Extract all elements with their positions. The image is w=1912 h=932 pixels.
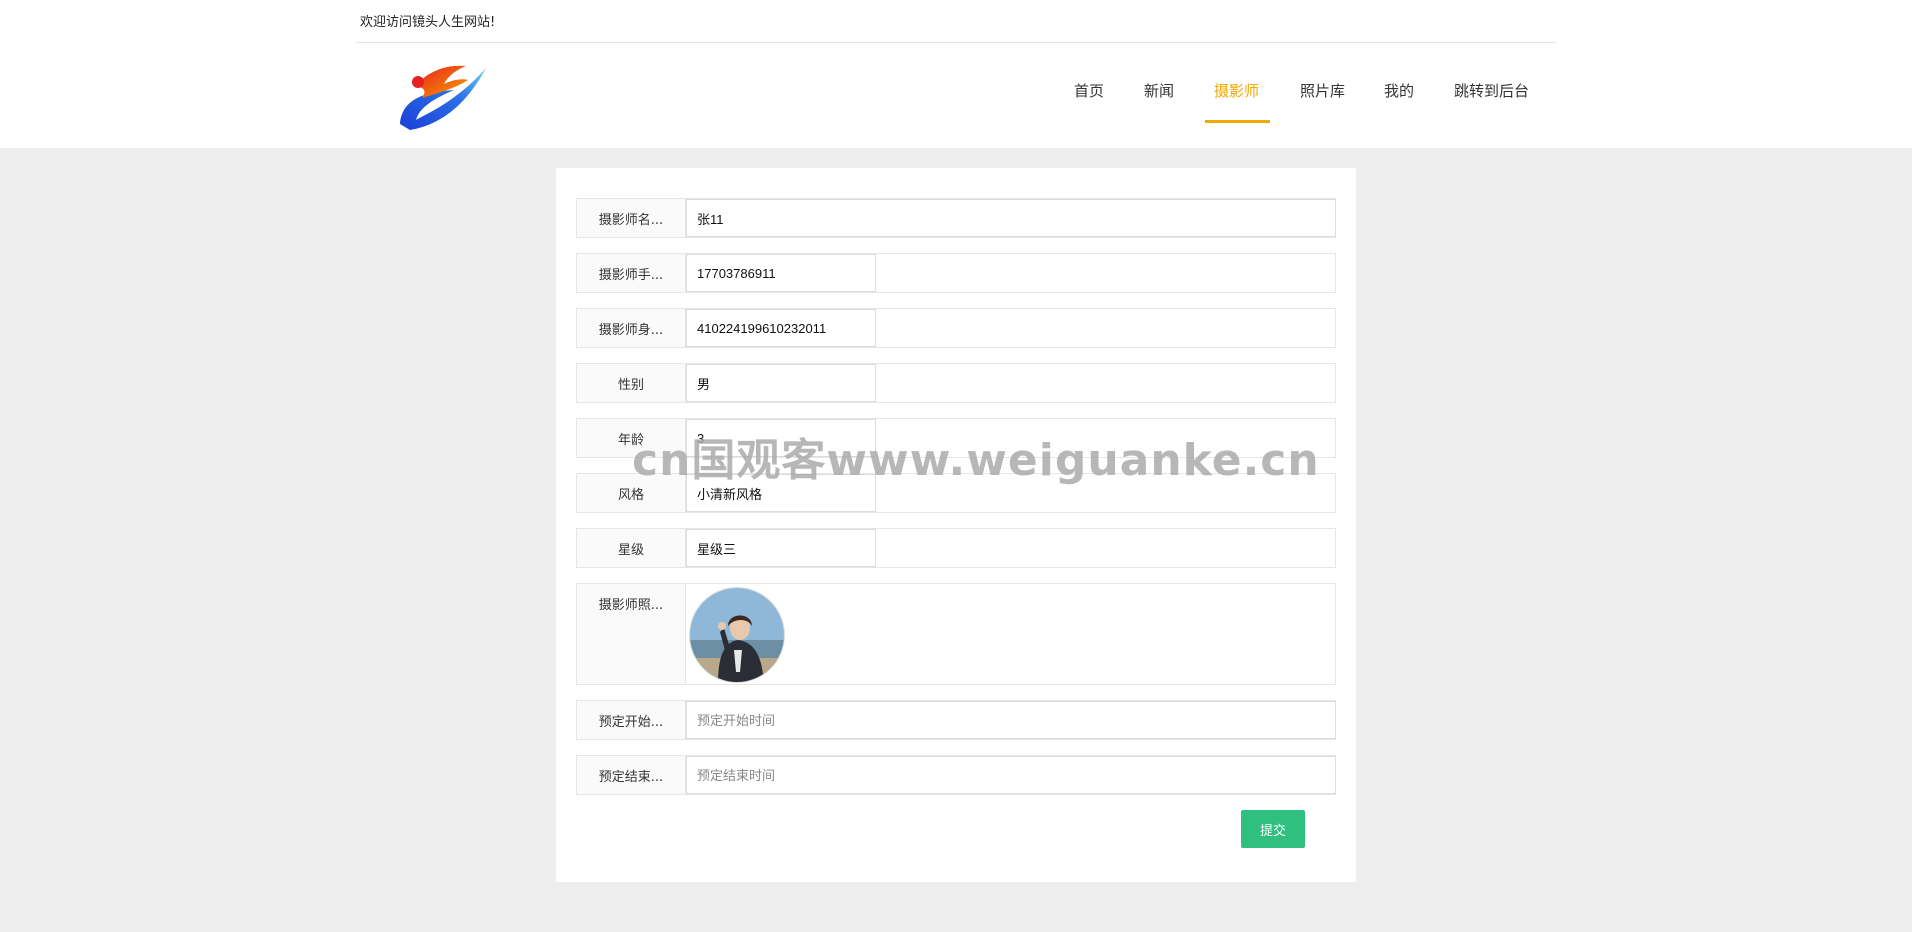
start-time-field[interactable] <box>686 701 1336 739</box>
nav-item-news[interactable]: 新闻 <box>1144 80 1174 101</box>
welcome-text: 欢迎访问镜头人生网站! <box>360 15 496 30</box>
form-row-photo: 摄影师照... <box>576 583 1336 685</box>
gender-field[interactable] <box>686 364 876 402</box>
main-nav: 首页 新闻 摄影师 照片库 我的 跳转到后台 <box>0 80 1912 120</box>
form-row-idcard: 摄影师身... <box>576 308 1336 348</box>
form-row-name: 摄影师名... <box>576 198 1336 238</box>
field-label: 预定开始... <box>577 701 686 739</box>
name-field[interactable] <box>686 199 1336 237</box>
form-row-star: 星级 <box>576 528 1336 568</box>
idcard-field[interactable] <box>686 309 876 347</box>
field-label: 摄影师名... <box>577 199 686 237</box>
field-label: 摄影师手... <box>577 254 686 292</box>
nav-item-mine[interactable]: 我的 <box>1384 80 1414 101</box>
nav-item-home[interactable]: 首页 <box>1074 80 1104 101</box>
field-label: 摄影师身... <box>577 309 686 347</box>
watermark-text: cn国观客www.weiguanke.cn <box>632 435 1320 486</box>
end-time-field[interactable] <box>686 756 1336 794</box>
photographer-avatar <box>689 587 785 683</box>
booking-form-panel: 摄影师名... 摄影师手... 摄影师身... 性别 年龄 风格 星级 摄影师照… <box>556 168 1356 882</box>
star-level-field[interactable] <box>686 529 876 567</box>
field-label: 性别 <box>577 364 686 402</box>
form-row-phone: 摄影师手... <box>576 253 1336 293</box>
form-row-gender: 性别 <box>576 363 1336 403</box>
form-row-end-time: 预定结束... <box>576 755 1336 795</box>
header-divider <box>356 42 1556 43</box>
field-label: 预定结束... <box>577 756 686 794</box>
nav-item-admin[interactable]: 跳转到后台 <box>1454 80 1529 101</box>
site-header: 欢迎访问镜头人生网站! 首页 新闻 摄影师 照片库 我的 跳转到后台 <box>0 0 1912 148</box>
submit-button[interactable]: 提交 <box>1241 810 1305 848</box>
field-label: 摄影师照... <box>577 584 686 684</box>
field-label: 星级 <box>577 529 686 567</box>
form-row-start-time: 预定开始... <box>576 700 1336 740</box>
nav-item-photographer[interactable]: 摄影师 <box>1214 80 1259 101</box>
nav-active-indicator <box>1205 120 1270 123</box>
phone-field[interactable] <box>686 254 876 292</box>
nav-item-gallery[interactable]: 照片库 <box>1300 80 1345 101</box>
